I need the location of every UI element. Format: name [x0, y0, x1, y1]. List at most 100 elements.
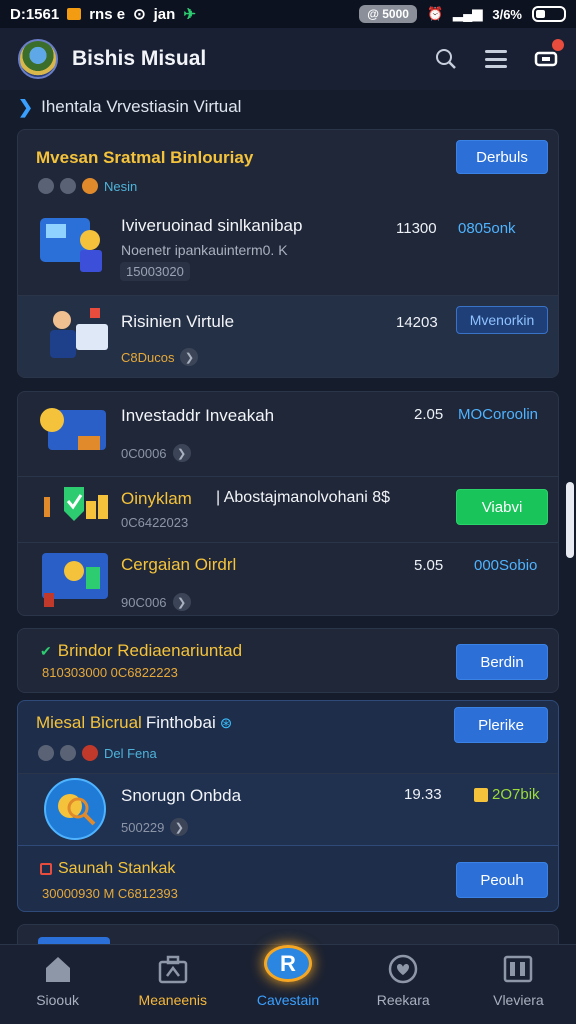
coin-magnifier-icon	[44, 778, 106, 840]
nav-view[interactable]: Vleviera	[461, 945, 576, 1024]
card-meta: Del Fena	[38, 745, 157, 761]
item-value: 11300	[396, 220, 437, 237]
briefcase-icon	[158, 955, 188, 984]
nav-home[interactable]: Sioouk	[0, 945, 115, 1024]
scrollbar[interactable]	[566, 482, 574, 558]
item-link[interactable]: 000Sobio	[474, 557, 537, 574]
menu-icon[interactable]	[484, 47, 508, 71]
item-heading: Saunah Stankak	[40, 860, 175, 878]
card-title-suffix: Finthobai	[145, 713, 216, 732]
nav-invest[interactable]: R Cavestain	[230, 945, 345, 1024]
item-value: 19.33	[404, 786, 442, 803]
item-value: 2.05	[414, 406, 444, 423]
battery-icon	[532, 6, 566, 22]
nav-label: Reekara	[376, 992, 430, 1008]
card-meta: Nesin	[38, 178, 137, 194]
nav-label: Vleviera	[493, 992, 544, 1008]
item-link[interactable]: 2O7bik	[492, 786, 540, 803]
check-icon	[60, 178, 76, 194]
nav-label: Cavestain	[256, 992, 320, 1008]
item-name: Oinyklam	[121, 489, 192, 508]
nav-favorites[interactable]: Reekara	[346, 945, 461, 1024]
card-investments: Mvesan Sratmal Binlouriay Nesin Derbuls …	[17, 129, 559, 378]
card-recommendation: ✔ Brindor Rediaenariuntad 810303000 0C68…	[17, 628, 559, 693]
signal-icon: ▂▄▆	[453, 6, 483, 21]
item-name: Risinien Virtule	[121, 312, 235, 331]
chevron-down-icon[interactable]: ❯	[180, 348, 199, 366]
card-heading: ✔ Brindor Rediaenariuntad	[40, 641, 242, 661]
alarm-icon: ⏰	[426, 6, 444, 21]
list-item[interactable]: Risinien Virtule C8Ducos ❯ 14203 Mvenork…	[18, 295, 558, 377]
item-code-text: 500229	[121, 819, 165, 835]
card-code: 810303000 0C6822223	[42, 665, 178, 680]
app-bar: Bishis Misual	[0, 28, 576, 90]
item-name-detail: | Abostajmanolvohani 8$	[216, 489, 391, 506]
view-icon	[504, 955, 533, 983]
chevron-down-icon[interactable]: ❯	[172, 444, 191, 462]
section-heading: ❯ Ihentala Vrvestiasin Virtual	[18, 94, 241, 120]
card-title: Miesal Bicrual	[36, 713, 142, 732]
card-action-button[interactable]: Plerike	[454, 707, 548, 743]
info-icon[interactable]: ⊛	[220, 714, 233, 732]
status-pill: @ 5000	[359, 5, 417, 23]
item-action-button[interactable]: Viabvi	[456, 489, 548, 525]
item-name: Investaddr Inveakah	[121, 406, 275, 425]
list-item[interactable]: Investaddr Inveakah 0C0006 ❯ 2.05 MOCoro…	[18, 392, 558, 476]
nav-briefcase[interactable]: Meaneenis	[115, 945, 230, 1024]
app-notification-icon	[67, 8, 82, 20]
coin-dashboard-icon	[40, 408, 106, 450]
notification-icon[interactable]	[534, 39, 564, 71]
card-action-button[interactable]: Berdin	[456, 644, 548, 680]
chevron-down-icon[interactable]: ❯	[170, 818, 189, 836]
section-marker-icon: ❯	[18, 96, 34, 117]
status-bar: D:1561 rns e ⊙ jan ✈ @ 5000 ⏰ ▂▄▆ 3/6%	[0, 0, 576, 28]
item-code-text: 90C006	[121, 594, 167, 610]
chevron-down-icon[interactable]: ❯	[172, 593, 191, 611]
bottom-navigation: Sioouk Meaneenis R Cavestain Reekara Vle…	[0, 944, 576, 1024]
item-value: 14203	[396, 314, 438, 331]
card-title: Brindor Rediaenariuntad	[57, 641, 243, 660]
shield-check-icon	[44, 487, 108, 521]
section-title: Ihentala Vrvestiasin Virtual	[41, 97, 242, 116]
nav-label: Sioouk	[36, 992, 79, 1008]
item-name: Snorugn Onbda	[121, 786, 242, 805]
item-action-button[interactable]: Peouh	[456, 862, 548, 898]
investment-illustration-icon	[40, 218, 102, 272]
item-code-text: C8Ducos	[121, 349, 175, 365]
coin-icon	[82, 178, 98, 194]
app-logo	[18, 39, 58, 79]
item-value: 5.05	[414, 557, 444, 574]
list-item[interactable]: Oinyklam | Abostajmanolvohani 8$ 0C64220…	[18, 476, 558, 542]
notification-badge	[552, 39, 564, 51]
clock-icon: ⊙	[133, 6, 146, 23]
item-name: Cergaian Oirdrl	[121, 555, 237, 574]
card-heading: Miesal Bicrual Finthobai ⊛	[36, 713, 232, 733]
item-description: Noenetr ipankauinterm0. K	[121, 242, 288, 258]
growth-chart-icon	[42, 553, 108, 607]
meta-label: Del Fena	[104, 745, 157, 761]
item-link[interactable]: 0805onk	[458, 220, 516, 237]
item-link-group[interactable]: 2O7bik	[474, 786, 540, 803]
card-header: Mvesan Sratmal Binlouriay Nesin Derbuls	[18, 130, 558, 200]
card-virtual-portfolio: Miesal Bicrual Finthobai ⊛ Del Fena Pler…	[17, 700, 559, 912]
item-code: 90C006 ❯	[121, 593, 191, 611]
item-link[interactable]: MOCoroolin	[458, 406, 538, 423]
list-item[interactable]: Iviveruoinad sinlkanibap Noenetr ipankau…	[18, 200, 558, 295]
card-action-button[interactable]: Derbuls	[456, 140, 548, 174]
card-title: Mvesan Sratmal Binlouriay	[36, 148, 254, 167]
check-circle-icon: ✔	[40, 642, 52, 659]
alert-square-icon	[40, 863, 52, 875]
invest-icon: R	[264, 945, 312, 982]
status-time: D:1561	[10, 5, 60, 23]
list-item[interactable]: Cergaian Oirdrl 90C006 ❯ 5.05 000Sobio	[18, 542, 558, 615]
advisor-illustration-icon	[50, 308, 108, 358]
list-item[interactable]: Saunah Stankak 30000930 M C6812393 Peouh	[18, 845, 558, 911]
home-icon	[45, 957, 70, 982]
item-action-button[interactable]: Mvenorkin	[456, 306, 548, 334]
search-icon[interactable]	[434, 47, 458, 71]
card-header: Miesal Bicrual Finthobai ⊛ Del Fena Pler…	[18, 701, 558, 773]
item-code: 500229 ❯	[121, 818, 189, 836]
settings-icon	[38, 178, 54, 194]
list-item[interactable]: Snorugn Onbda 500229 ❯ 19.33 2O7bik	[18, 773, 558, 845]
settings-icon	[38, 745, 54, 761]
